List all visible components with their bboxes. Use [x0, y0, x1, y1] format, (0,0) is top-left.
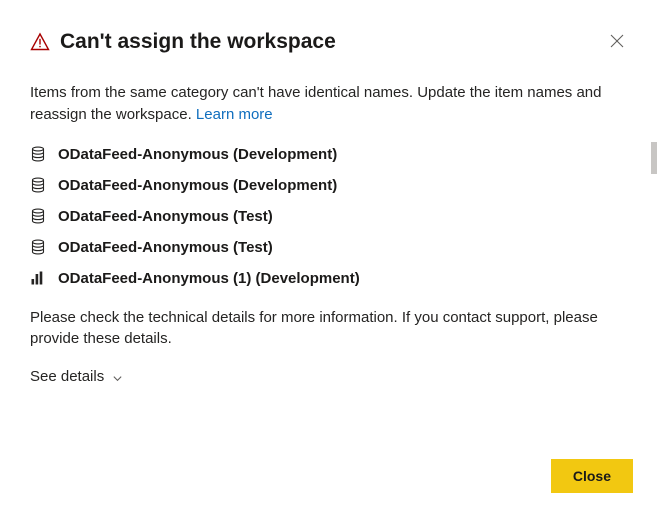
header-left: Can't assign the workspace: [30, 30, 336, 54]
chevron-down-icon: [112, 371, 123, 382]
list-item: ODataFeed-Anonymous (Test): [30, 239, 633, 256]
technical-details-text: Please check the technical details for m…: [30, 307, 630, 351]
description-text: Items from the same category can't have …: [30, 84, 602, 123]
warning-icon: [30, 32, 50, 52]
item-label: ODataFeed-Anonymous (Development): [58, 146, 337, 163]
database-icon: [30, 208, 46, 224]
see-details-label: See details: [30, 368, 104, 385]
conflict-items-list: ODataFeed-Anonymous (Development) ODataF…: [30, 146, 633, 287]
dialog-description: Items from the same category can't have …: [30, 82, 610, 126]
close-icon: [610, 34, 624, 51]
list-item: ODataFeed-Anonymous (Development): [30, 177, 633, 194]
learn-more-link[interactable]: Learn more: [196, 106, 273, 123]
list-item: ODataFeed-Anonymous (Development): [30, 146, 633, 163]
list-item: ODataFeed-Anonymous (Test): [30, 208, 633, 225]
close-button[interactable]: Close: [551, 459, 633, 493]
content-wrap: ODataFeed-Anonymous (Development) ODataF…: [30, 146, 633, 287]
database-icon: [30, 146, 46, 162]
list-item: ODataFeed-Anonymous (1) (Development): [30, 270, 633, 287]
item-label: ODataFeed-Anonymous (Test): [58, 208, 273, 225]
see-details-toggle[interactable]: See details: [30, 368, 123, 385]
dialog-title: Can't assign the workspace: [60, 30, 336, 54]
close-icon-button[interactable]: [601, 26, 633, 58]
scrollbar-thumb[interactable]: [651, 142, 657, 174]
item-label: ODataFeed-Anonymous (Test): [58, 239, 273, 256]
dialog-header: Can't assign the workspace: [30, 26, 633, 58]
item-label: ODataFeed-Anonymous (Development): [58, 177, 337, 194]
database-icon: [30, 177, 46, 193]
barchart-icon: [30, 270, 46, 286]
item-label: ODataFeed-Anonymous (1) (Development): [58, 270, 360, 287]
database-icon: [30, 239, 46, 255]
dialog-footer: Close: [551, 459, 633, 493]
